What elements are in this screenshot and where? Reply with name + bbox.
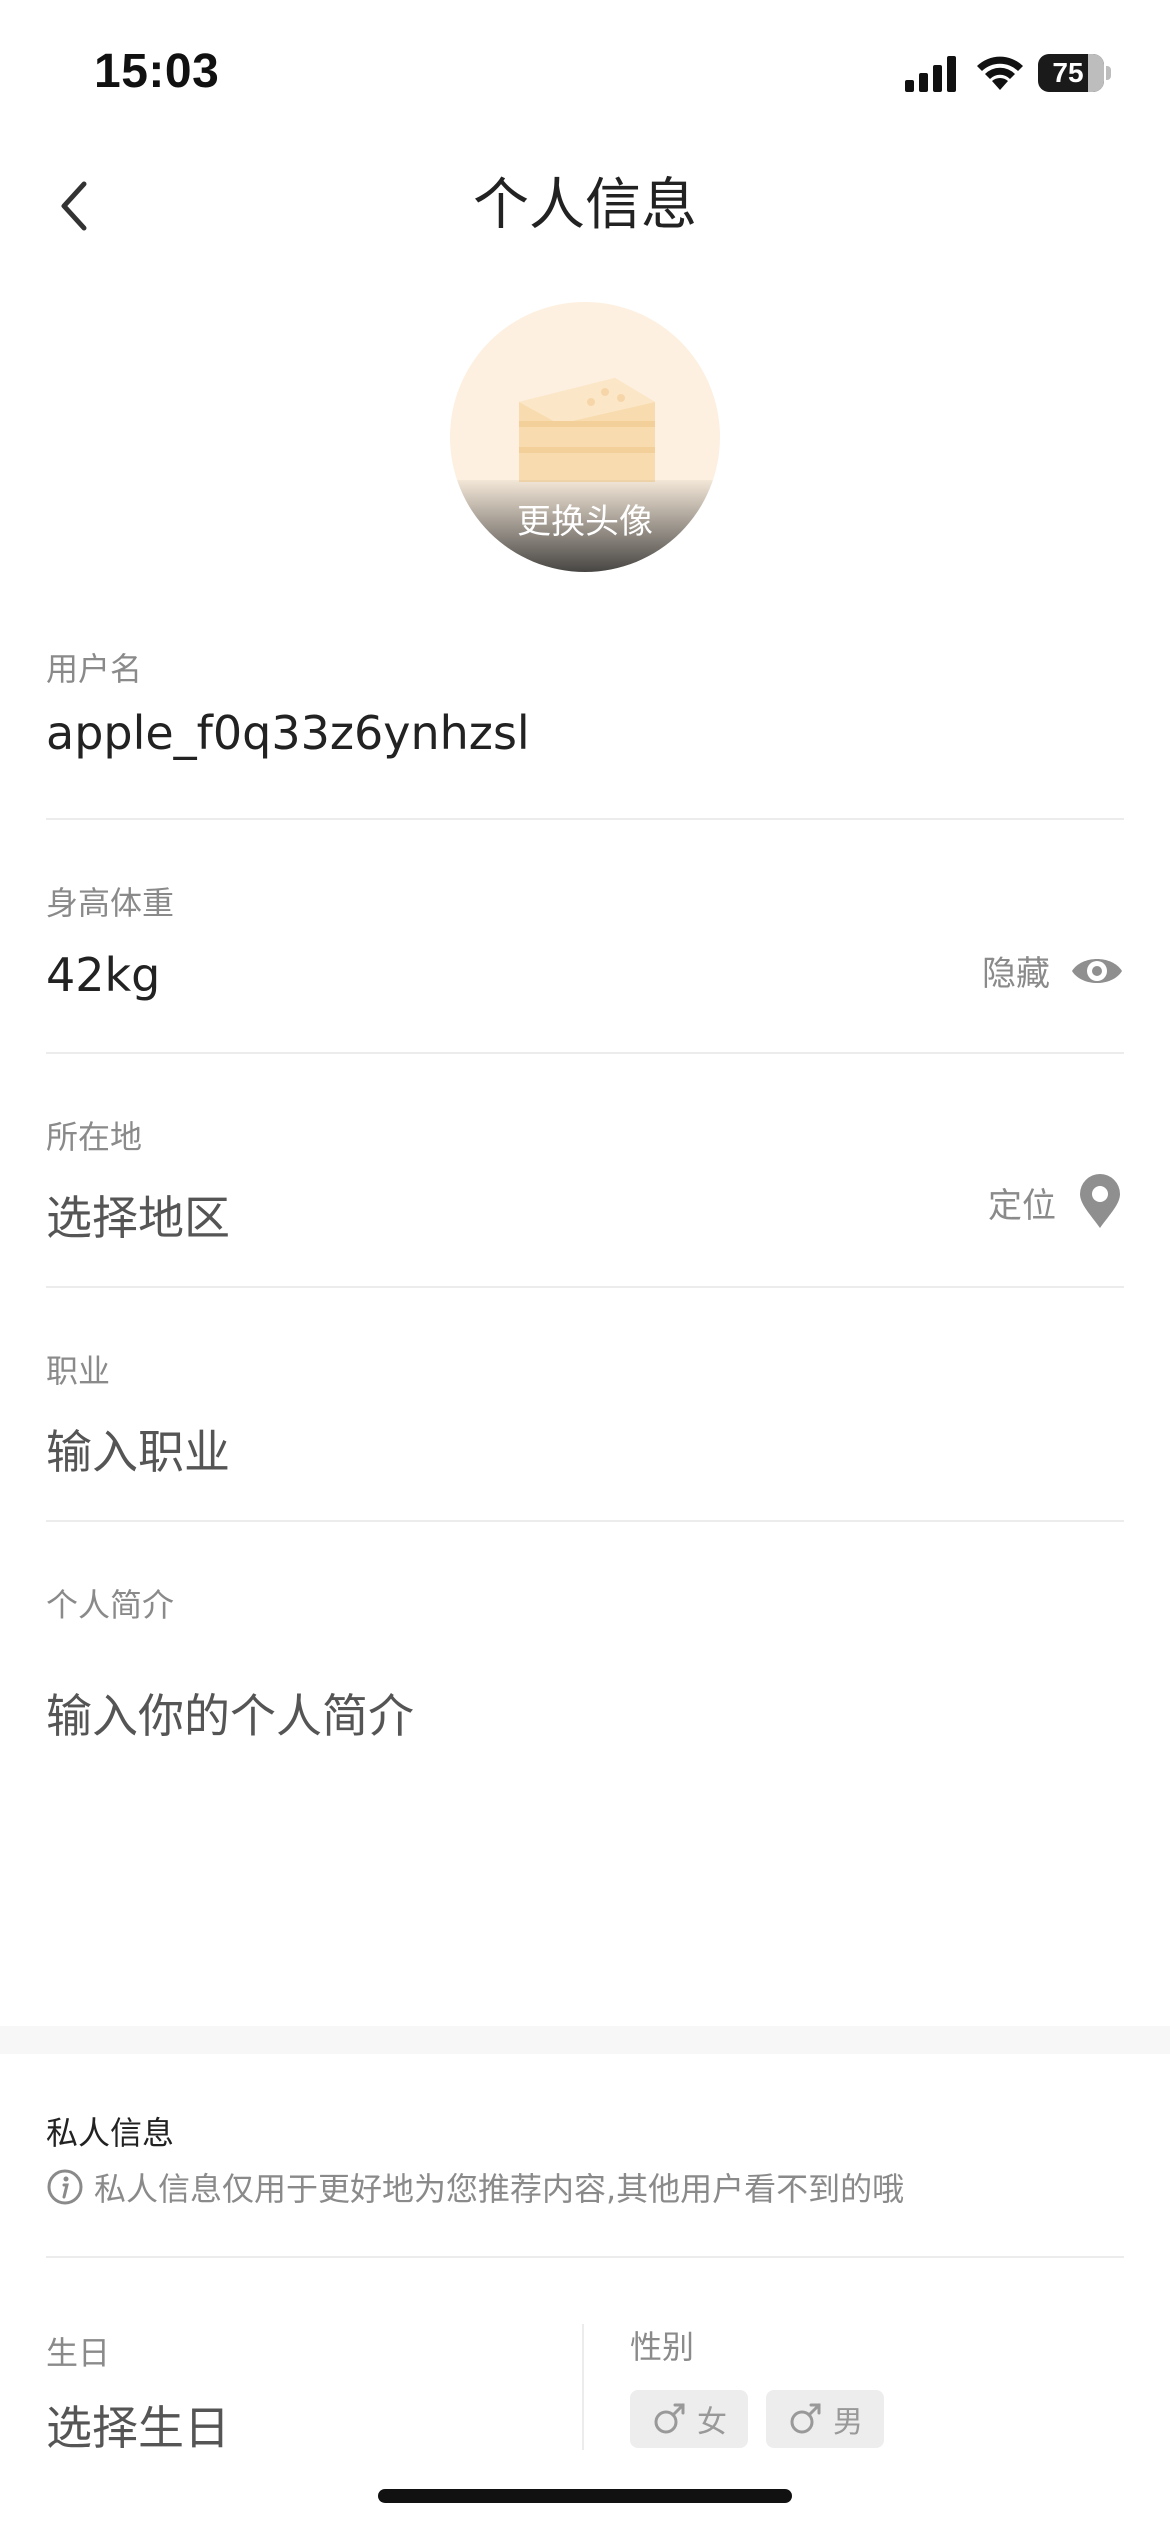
height-weight-label: 身高体重 — [46, 884, 175, 922]
gender-options: 女 男 — [630, 2390, 884, 2448]
height-weight-field[interactable]: 身高体重 42kg 隐藏 — [46, 878, 1124, 1058]
private-info-note: 私人信息仅用于更好地为您推荐内容,其他用户看不到的哦 — [46, 2164, 904, 2210]
occupation-label: 职业 — [46, 1352, 111, 1390]
location-field[interactable]: 所在地 选择地区 定位 — [46, 1112, 1124, 1292]
location-pin-icon — [1080, 1174, 1120, 1228]
private-info-note-text: 私人信息仅用于更好地为您推荐内容,其他用户看不到的哦 — [94, 2170, 905, 2208]
height-weight-value[interactable]: 42kg — [46, 948, 160, 1002]
info-icon — [47, 2169, 83, 2205]
hide-toggle[interactable]: 隐藏 — [982, 946, 1124, 995]
bio-input[interactable] — [46, 1680, 1124, 1880]
battery-icon: 75 — [1038, 54, 1112, 92]
hide-label: 隐藏 — [982, 954, 1050, 994]
gender-option-male[interactable]: 男 — [766, 2390, 884, 2448]
battery-level: 75 — [1052, 57, 1084, 88]
divider — [46, 1052, 1124, 1054]
divider — [46, 2256, 1124, 2258]
avatar-change-button[interactable]: 更换头像 — [450, 302, 720, 572]
username-value[interactable]: apple_f0q33z6ynhzsl — [46, 706, 530, 760]
male-symbol-icon — [790, 2403, 821, 2434]
divider — [46, 1520, 1124, 1522]
gender-option-male-label: 男 — [833, 2405, 863, 2440]
column-divider — [582, 2324, 584, 2450]
gender-label: 性别 — [630, 2328, 695, 2366]
status-time: 15:03 — [94, 45, 220, 98]
birthday-select[interactable]: 选择生日 — [46, 2392, 230, 2458]
status-bar: 15:03 75 — [0, 0, 1170, 140]
private-info-title: 私人信息 — [46, 2114, 175, 2152]
wifi-icon — [977, 56, 1023, 90]
location-label: 所在地 — [46, 1118, 143, 1156]
eye-icon — [1072, 958, 1122, 983]
birthday-field[interactable]: 生日 选择生日 — [46, 2328, 546, 2468]
username-field[interactable]: 用户名 apple_f0q33z6ynhzsl — [46, 644, 1124, 824]
username-label: 用户名 — [46, 650, 143, 688]
birthday-label: 生日 — [46, 2334, 111, 2372]
section-separator — [0, 2026, 1170, 2054]
gender-option-female-label: 女 — [697, 2405, 727, 2440]
bio-label: 个人简介 — [46, 1586, 175, 1624]
profile-edit-screen: 15:03 75 个人信息 更换头像 用户名 apple_f0q33z6ynhz… — [0, 0, 1170, 2532]
divider — [46, 1286, 1124, 1288]
change-avatar-label: 更换头像 — [517, 502, 653, 542]
locate-button[interactable]: 定位 — [988, 1174, 1124, 1230]
gender-symbol-icon — [654, 2403, 685, 2434]
locate-label: 定位 — [988, 1185, 1056, 1226]
nav-bar: 个人信息 — [0, 140, 1170, 270]
gender-field: 性别 — [630, 2322, 1110, 2382]
gender-option-female[interactable]: 女 — [630, 2390, 748, 2448]
home-indicator[interactable] — [378, 2489, 792, 2503]
occupation-input[interactable]: 输入职业 — [46, 1416, 230, 1482]
bio-field[interactable]: 个人简介 — [46, 1580, 1124, 1940]
divider — [46, 818, 1124, 820]
location-select[interactable]: 选择地区 — [46, 1182, 230, 1248]
occupation-field[interactable]: 职业 输入职业 — [46, 1346, 1124, 1526]
page-title: 个人信息 — [473, 173, 697, 238]
signal-icon — [905, 56, 956, 92]
